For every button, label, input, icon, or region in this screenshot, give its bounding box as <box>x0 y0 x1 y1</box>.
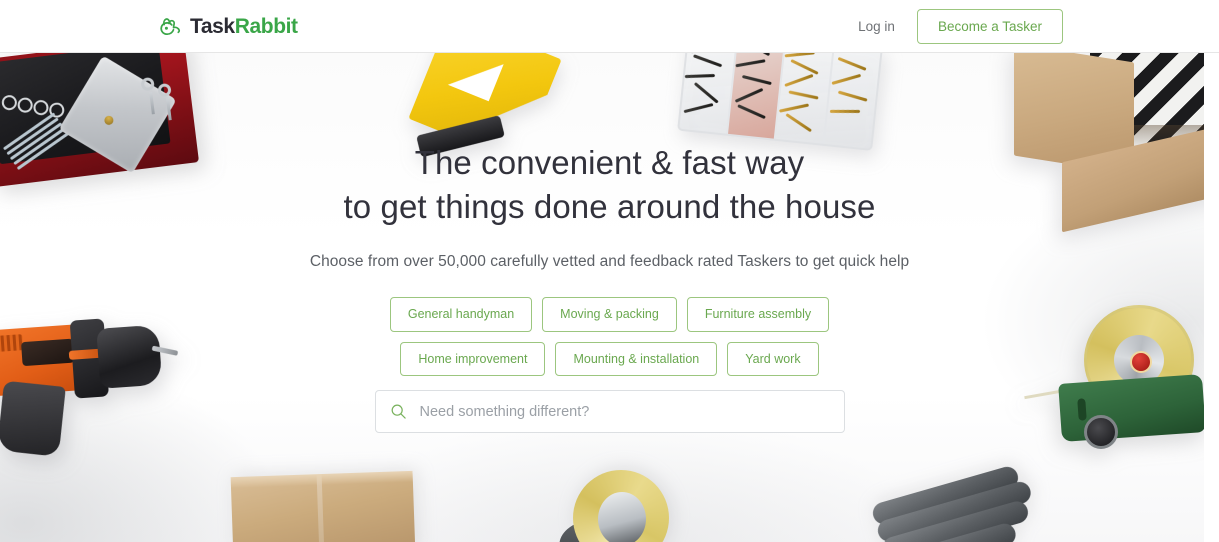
header-actions: Log in Become a Tasker <box>854 9 1063 44</box>
search-input[interactable] <box>419 403 830 420</box>
hero-content: The convenient & fast way to get things … <box>0 53 1219 542</box>
login-link[interactable]: Log in <box>854 13 899 40</box>
site-header: TaskRabbit Log in Become a Tasker <box>0 0 1219 53</box>
chip-yard-work[interactable]: Yard work <box>727 341 819 377</box>
category-chip-list: General handyman Moving & packing Furnit… <box>375 297 845 377</box>
hero-subheadline: Choose from over 50,000 carefully vetted… <box>309 253 910 271</box>
logo-wordmark: TaskRabbit <box>190 16 298 37</box>
become-a-tasker-button[interactable]: Become a Tasker <box>916 9 1063 44</box>
page-title: The convenient & fast way to get things … <box>344 141 876 228</box>
page-right-margin <box>1204 53 1219 542</box>
headline-line-1: The convenient & fast way <box>414 144 805 181</box>
chip-furniture-assembly[interactable]: Furniture assembly <box>686 297 830 332</box>
chip-general-handyman[interactable]: General handyman <box>389 297 533 332</box>
chip-moving-packing[interactable]: Moving & packing <box>542 297 677 332</box>
search-icon <box>391 404 406 419</box>
headline-line-2: to get things done around the house <box>343 187 876 225</box>
taskrabbit-logo[interactable]: TaskRabbit <box>158 12 298 41</box>
taskrabbit-landing-page: TaskRabbit Log in Become a Tasker The co… <box>0 0 1219 542</box>
logo-text-task: Task <box>190 15 235 38</box>
search-bar[interactable] <box>374 390 845 434</box>
chip-mounting-installation[interactable]: Mounting & installation <box>555 341 718 377</box>
logo-text-rabbit: Rabbit <box>234 15 298 38</box>
chip-home-improvement[interactable]: Home improvement <box>400 341 546 377</box>
rabbit-logo-icon <box>160 17 181 35</box>
